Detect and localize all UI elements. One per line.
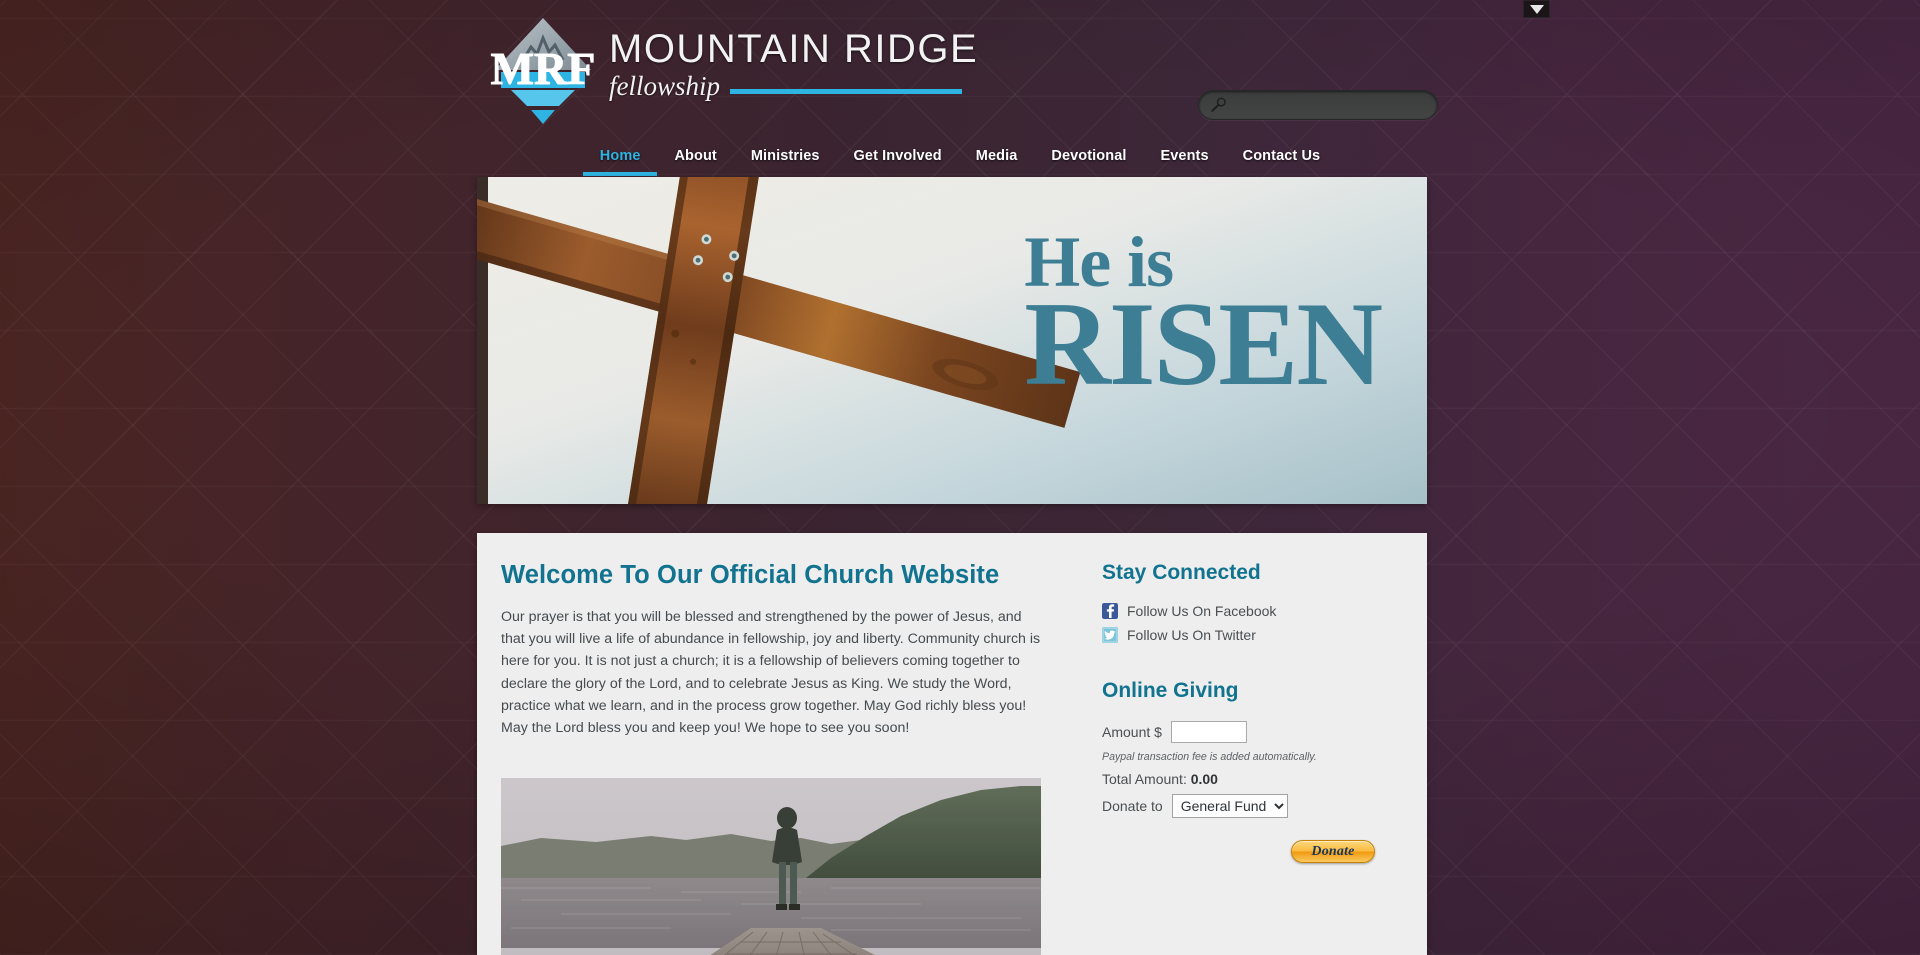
sidebar-column: Stay Connected Follow Us On Facebook Fol…: [1102, 533, 1427, 955]
svg-text:MRF: MRF: [491, 43, 596, 94]
chevron-down-icon: [1529, 4, 1544, 14]
nav-item-ministries[interactable]: Ministries: [734, 142, 837, 176]
donate-button[interactable]: Donate: [1291, 840, 1375, 863]
donate-button-label: Donate: [1311, 843, 1355, 859]
social-link-facebook[interactable]: Follow Us On Facebook: [1102, 603, 1403, 619]
wordmark-line-1: MOUNTAIN RIDGE: [609, 26, 979, 71]
donate-to-label: Donate to: [1102, 798, 1163, 814]
main-column: Welcome To Our Official Church Website O…: [477, 533, 1102, 955]
facebook-icon: [1102, 603, 1118, 619]
content-panel: Welcome To Our Official Church Website O…: [477, 533, 1427, 955]
site-logo[interactable]: MRF MOUNTAIN RIDGE fellowship: [489, 12, 978, 124]
donate-to-select[interactable]: General Fund: [1171, 794, 1288, 818]
online-giving-heading: Online Giving: [1102, 679, 1239, 702]
amount-input[interactable]: [1170, 721, 1247, 743]
wordmark-line-2: fellowship: [609, 70, 721, 101]
total-amount-label: Total Amount:: [1102, 771, 1187, 787]
nav-item-media[interactable]: Media: [959, 142, 1035, 176]
site-wordmark: MOUNTAIN RIDGE fellowship: [609, 29, 978, 100]
hero-banner[interactable]: He is RISEN: [477, 177, 1427, 504]
wordmark-accent-rule: [730, 88, 963, 94]
nav-item-events[interactable]: Events: [1144, 142, 1226, 176]
mrf-mountain-logo-icon: MRF: [489, 12, 597, 124]
nav-item-get-involved[interactable]: Get Involved: [837, 142, 959, 176]
hero-title: He is RISEN: [1024, 226, 1383, 411]
twitter-icon: [1102, 627, 1118, 643]
nav-item-home[interactable]: Home: [582, 142, 658, 176]
donate-to-row: Donate to General Fund: [1102, 794, 1403, 818]
search-box[interactable]: [1198, 90, 1438, 120]
nav-item-contact-us[interactable]: Contact Us: [1226, 142, 1338, 176]
social-link-facebook-label: Follow Us On Facebook: [1127, 603, 1277, 619]
site-header: MRF MOUNTAIN RIDGE fellowship: [0, 0, 1920, 148]
main-navigation: Home About Ministries Get Involved Media…: [0, 142, 1920, 176]
stay-connected-heading: Stay Connected: [1102, 561, 1261, 584]
paypal-fee-note: Paypal transaction fee is added automati…: [1102, 751, 1317, 763]
amount-label: Amount $: [1102, 724, 1162, 740]
welcome-paragraph: Our prayer is that you will be blessed a…: [501, 609, 1041, 737]
search-icon: [1211, 97, 1226, 112]
donate-button-wrap: Donate: [1102, 840, 1403, 863]
page-title: Welcome To Our Official Church Website: [501, 561, 1000, 589]
hero-title-line-2: RISEN: [1024, 277, 1383, 411]
page-root: MRF MOUNTAIN RIDGE fellowship Home About: [0, 0, 1920, 955]
chevron-down-widget-button[interactable]: [1523, 0, 1550, 18]
social-link-twitter[interactable]: Follow Us On Twitter: [1102, 627, 1403, 643]
man-standing-on-dock-photo: [501, 778, 1041, 955]
amount-field-row: Amount $: [1102, 721, 1403, 743]
social-link-twitter-label: Follow Us On Twitter: [1127, 627, 1256, 643]
total-amount-value: 0.00: [1190, 771, 1218, 787]
search-input[interactable]: [1228, 97, 1437, 113]
nav-list: Home About Ministries Get Involved Media…: [582, 142, 1338, 176]
total-amount-row: Total Amount: 0.00: [1102, 771, 1403, 787]
nav-item-devotional[interactable]: Devotional: [1034, 142, 1143, 176]
nav-item-about[interactable]: About: [657, 142, 733, 176]
